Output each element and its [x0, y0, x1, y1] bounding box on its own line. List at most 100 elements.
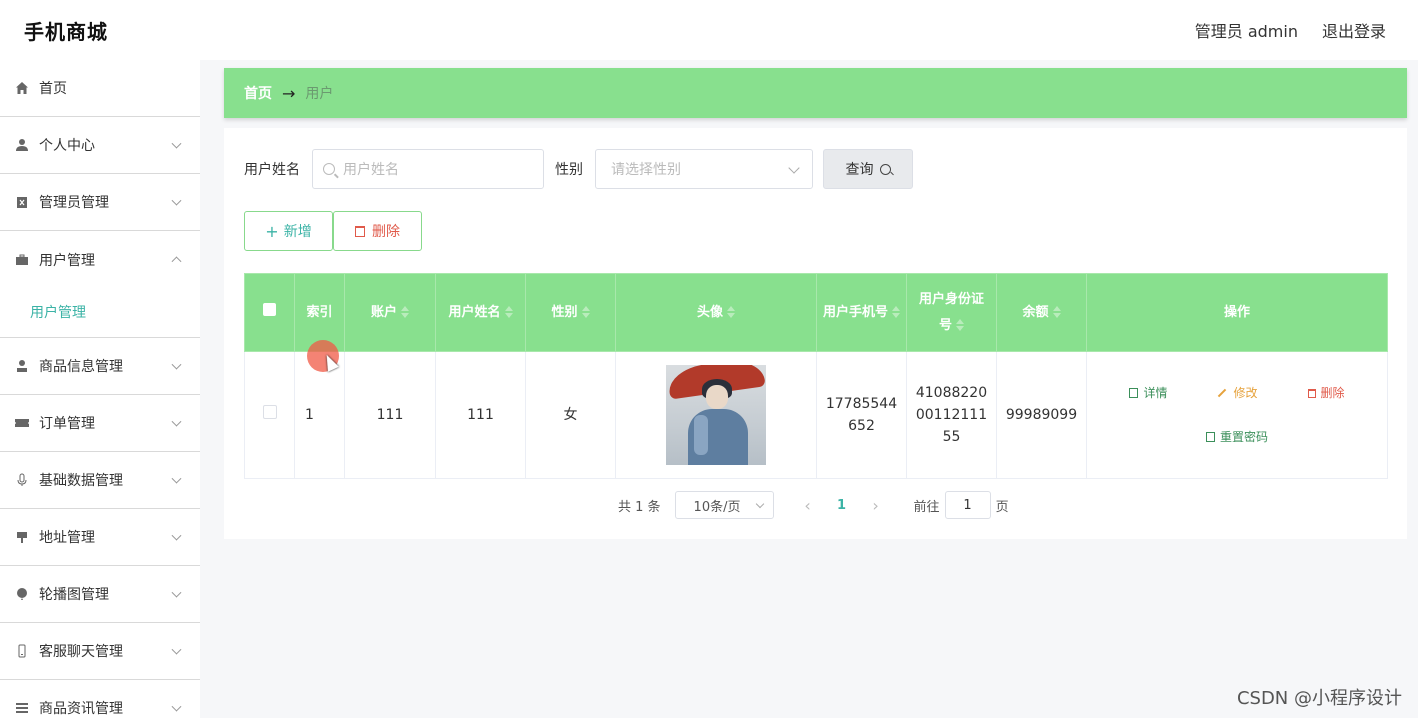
batch-delete-button[interactable]: 删除: [333, 211, 422, 251]
top-header: 手机商城 管理员 admin 退出登录: [0, 0, 1418, 60]
action-buttons: + 新增 删除: [244, 211, 422, 251]
cell-operations: 详情 修改 删除 重置密码: [1086, 351, 1388, 479]
trash-icon: [1307, 388, 1316, 398]
sidebar-subitem-user-management[interactable]: 用户管理: [0, 288, 200, 338]
chevron-down-icon: [171, 644, 182, 655]
query-button[interactable]: 查询: [823, 149, 913, 189]
column-header[interactable]: 头像: [615, 273, 817, 352]
chevron-down-icon: [788, 162, 800, 174]
row-operations: 详情 修改 删除 重置密码: [1095, 382, 1379, 448]
name-search-input[interactable]: 用户姓名: [312, 149, 544, 189]
table-row: 1 111 111 女 17785544652 4108822000112111…: [244, 351, 1388, 479]
sidebar-item-base-data[interactable]: 基础数据管理: [0, 452, 200, 509]
sort-icon[interactable]: [581, 306, 590, 318]
sort-icon[interactable]: [504, 306, 513, 318]
main-panel: 用户姓名 用户姓名 性别 请选择性别 查询 + 新增 删除 索引 账户 用户姓名…: [224, 128, 1407, 539]
sidebar-item-carousel[interactable]: 轮播图管理: [0, 566, 200, 623]
sidebar-item-label: 个人中心: [39, 138, 95, 154]
select-all-checkbox[interactable]: [263, 302, 276, 316]
user-icon: [14, 137, 30, 153]
page-number[interactable]: 1: [832, 498, 852, 513]
column-header[interactable]: 用户手机号: [816, 273, 907, 352]
gender-select[interactable]: 请选择性别: [595, 149, 813, 189]
chevron-down-icon: [171, 416, 182, 427]
breadcrumb-current: 用户: [305, 86, 334, 102]
prev-page-button[interactable]: ‹: [798, 496, 818, 515]
sort-icon[interactable]: [727, 306, 735, 318]
mic-icon: [14, 472, 30, 488]
breadcrumb-home[interactable]: 首页: [244, 83, 272, 103]
list-icon: [14, 700, 30, 716]
sidebar-item-label: 商品信息管理: [39, 359, 123, 375]
avatar[interactable]: [666, 365, 766, 465]
goto-page-input[interactable]: 1: [944, 491, 991, 519]
pagination: 共 1 条 10条/页 ‹ 1 › 前往 1 页: [618, 491, 1009, 519]
column-header[interactable]: 余额: [996, 273, 1087, 352]
cell-gender: 女: [525, 351, 616, 479]
sort-icon[interactable]: [401, 306, 409, 318]
add-button[interactable]: + 新增: [244, 211, 333, 251]
sidebar-item-products[interactable]: 商品信息管理: [0, 338, 200, 395]
chevron-down-icon: [171, 473, 182, 484]
clipboard-icon: [14, 194, 30, 210]
chevron-down-icon: [171, 701, 182, 712]
watermark: CSDN @小程序设计: [1236, 688, 1402, 709]
column-header[interactable]: 性别: [525, 273, 616, 352]
column-header[interactable]: 用户姓名: [435, 273, 526, 352]
sidebar-item-address[interactable]: 地址管理: [0, 509, 200, 566]
reset-password-button[interactable]: 重置密码: [1205, 426, 1268, 448]
next-page-button[interactable]: ›: [866, 496, 886, 515]
page-suffix: 页: [995, 499, 1009, 515]
column-header[interactable]: 用户身份证号: [906, 273, 997, 352]
sidebar: 首页 个人中心 管理员管理 用户管理 用户管理 商品信息管理 订单管理 基础数据…: [0, 60, 200, 718]
app-title: 手机商城: [24, 20, 108, 44]
sidebar-item-orders[interactable]: 订单管理: [0, 395, 200, 452]
column-header[interactable]: 账户: [344, 273, 436, 352]
sidebar-item-admins[interactable]: 管理员管理: [0, 174, 200, 231]
admin-label[interactable]: 管理员 admin: [1195, 18, 1298, 42]
row-select-cell[interactable]: [244, 351, 295, 479]
gender-label: 性别: [555, 162, 583, 178]
ticket-icon: [14, 415, 30, 431]
sort-icon[interactable]: [1052, 306, 1061, 318]
balloon-icon: [14, 586, 30, 602]
search-bar: 用户姓名 用户姓名 性别 请选择性别 查询: [244, 149, 913, 189]
sort-icon[interactable]: [892, 306, 901, 318]
logout-link[interactable]: 退出登录: [1322, 18, 1386, 42]
edit-button[interactable]: 修改: [1217, 382, 1258, 404]
chevron-down-icon: [171, 530, 182, 541]
sidebar-item-users[interactable]: 用户管理: [0, 231, 200, 288]
sidebar-item-profile[interactable]: 个人中心: [0, 117, 200, 174]
sidebar-item-label: 地址管理: [39, 530, 95, 546]
cell-name: 111: [435, 351, 526, 479]
chevron-down-icon: [171, 587, 182, 598]
gender-select-placeholder: 请选择性别: [611, 162, 681, 178]
select-all-header[interactable]: [244, 273, 295, 352]
trash-icon: [355, 225, 365, 237]
user-table: 索引 账户 用户姓名 性别 头像 用户手机号 用户身份证号 余额 操作 1 11…: [244, 273, 1388, 479]
sidebar-item-chat[interactable]: 客服聊天管理: [0, 623, 200, 680]
sidebar-item-label: 商品资讯管理: [39, 701, 123, 717]
sort-icon[interactable]: [956, 319, 964, 331]
table-header-row: 索引 账户 用户姓名 性别 头像 用户手机号 用户身份证号 余额 操作: [244, 273, 1388, 352]
cell-phone: 17785544652: [816, 351, 907, 479]
detail-button[interactable]: 详情: [1129, 382, 1167, 404]
chevron-down-icon: [171, 195, 182, 206]
chevron-down-icon: [755, 499, 764, 509]
sidebar-item-news[interactable]: 商品资讯管理: [0, 680, 200, 718]
briefcase-icon: [14, 252, 30, 268]
row-delete-button[interactable]: 删除: [1307, 382, 1345, 404]
sidebar-item-home[interactable]: 首页: [0, 60, 200, 117]
cell-account: 111: [344, 351, 436, 479]
chevron-down-icon: [171, 359, 182, 370]
chevron-up-icon: [171, 255, 182, 266]
goto-label: 前往: [913, 499, 940, 515]
search-icon: [323, 163, 335, 175]
sign-icon: [14, 529, 30, 545]
cell-id-card: 410882200011211155: [906, 351, 997, 479]
column-header: 操作: [1086, 273, 1388, 352]
sidebar-item-label: 用户管理: [39, 252, 95, 269]
row-checkbox[interactable]: [262, 405, 277, 419]
query-button-label: 查询: [845, 162, 874, 178]
page-size-select[interactable]: 10条/页: [674, 491, 774, 519]
